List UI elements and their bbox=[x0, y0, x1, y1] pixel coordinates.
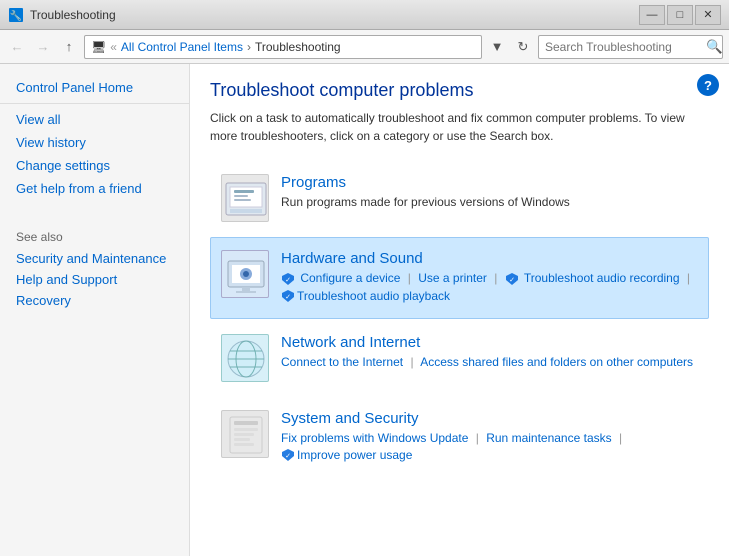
close-button[interactable]: ✕ bbox=[695, 5, 721, 25]
forward-button[interactable]: → bbox=[32, 36, 54, 58]
security-icon bbox=[221, 410, 269, 458]
use-printer-link[interactable]: Use a printer bbox=[418, 271, 487, 285]
connect-internet-link[interactable]: Connect to the Internet bbox=[281, 355, 403, 369]
breadcrumb-home-link[interactable]: All Control Panel Items bbox=[121, 40, 243, 54]
content-area: ? Troubleshoot computer problems Click o… bbox=[190, 64, 729, 556]
svg-text:🔧: 🔧 bbox=[10, 9, 22, 22]
programs-content: Programs Run programs made for previous … bbox=[281, 174, 698, 209]
breadcrumb-current: Troubleshooting bbox=[255, 40, 341, 54]
network-links: Connect to the Internet | Access shared … bbox=[281, 355, 698, 369]
up-button[interactable]: ↑ bbox=[58, 36, 80, 58]
programs-title[interactable]: Programs bbox=[281, 174, 698, 191]
svg-text:✓: ✓ bbox=[285, 453, 291, 460]
hardware-title[interactable]: Hardware and Sound bbox=[281, 250, 698, 267]
address-breadcrumb[interactable]: 🖥 « All Control Panel Items › Troublesho… bbox=[84, 35, 482, 59]
dropdown-button[interactable]: ▼ bbox=[486, 36, 508, 58]
refresh-button[interactable]: ↻ bbox=[512, 36, 534, 58]
shield-icon-audio-recording: ✓ bbox=[505, 272, 519, 286]
sidebar-section-main: Control Panel Home bbox=[0, 76, 189, 99]
content-title: Troubleshoot computer problems bbox=[210, 80, 709, 101]
svg-text:✓: ✓ bbox=[285, 294, 291, 301]
breadcrumb-sep1: « bbox=[110, 40, 117, 54]
category-hardware[interactable]: Hardware and Sound ✓ Configure a device … bbox=[210, 237, 709, 319]
sidebar-view-history[interactable]: View history bbox=[0, 131, 189, 154]
access-shared-files-link[interactable]: Access shared files and folders on other… bbox=[420, 355, 693, 369]
sidebar-change-settings[interactable]: Change settings bbox=[0, 154, 189, 177]
programs-icon bbox=[221, 174, 269, 222]
system-security-title[interactable]: System and Security bbox=[281, 410, 698, 427]
svg-text:✓: ✓ bbox=[285, 277, 291, 284]
maximize-button[interactable]: □ bbox=[667, 5, 693, 25]
shield-icon-power: ✓ bbox=[281, 448, 295, 462]
sidebar-get-help[interactable]: Get help from a friend bbox=[0, 177, 189, 200]
category-security[interactable]: System and Security Fix problems with Wi… bbox=[210, 397, 709, 478]
sidebar-control-panel-home[interactable]: Control Panel Home bbox=[0, 76, 189, 99]
minimize-button[interactable]: — bbox=[639, 5, 665, 25]
content-description: Click on a task to automatically trouble… bbox=[210, 109, 709, 145]
window-controls[interactable]: — □ ✕ bbox=[639, 5, 721, 25]
search-button[interactable]: 🔍 bbox=[706, 36, 723, 58]
hardware-links: ✓ Configure a device | Use a printer | ✓… bbox=[281, 271, 698, 306]
sidebar: Control Panel Home View all View history… bbox=[0, 64, 190, 556]
help-button[interactable]: ? bbox=[697, 74, 719, 96]
network-content: Network and Internet Connect to the Inte… bbox=[281, 334, 698, 369]
back-button[interactable]: ← bbox=[6, 36, 28, 58]
sidebar-divider bbox=[0, 103, 189, 104]
hardware-icon bbox=[221, 250, 269, 298]
run-maintenance-link[interactable]: Run maintenance tasks bbox=[486, 431, 611, 445]
network-icon bbox=[221, 334, 269, 382]
sidebar-view-all[interactable]: View all bbox=[0, 108, 189, 131]
sidebar-help-support[interactable]: Help and Support bbox=[0, 269, 189, 290]
sidebar-section-links: View all View history Change settings Ge… bbox=[0, 108, 189, 200]
hardware-content: Hardware and Sound ✓ Configure a device … bbox=[281, 250, 698, 306]
configure-device-link[interactable]: Configure a device bbox=[300, 271, 400, 285]
troubleshoot-audio-playback-link[interactable]: Troubleshoot audio playback bbox=[297, 289, 450, 303]
sidebar-security-maintenance[interactable]: Security and Maintenance bbox=[0, 248, 189, 269]
system-security-content: System and Security Fix problems with Wi… bbox=[281, 410, 698, 465]
search-box[interactable]: 🔍 bbox=[538, 35, 723, 59]
title-bar: 🔧 Troubleshooting — □ ✕ bbox=[0, 0, 729, 30]
fix-windows-update-link[interactable]: Fix problems with Windows Update bbox=[281, 431, 468, 445]
network-title[interactable]: Network and Internet bbox=[281, 334, 698, 351]
improve-power-usage-link[interactable]: Improve power usage bbox=[297, 448, 412, 462]
app-icon: 🔧 bbox=[8, 7, 24, 23]
address-bar: ← → ↑ 🖥 « All Control Panel Items › Trou… bbox=[0, 30, 729, 64]
troubleshoot-audio-recording-link[interactable]: Troubleshoot audio recording bbox=[524, 271, 680, 285]
breadcrumb-icon: 🖥 bbox=[91, 40, 106, 54]
breadcrumb-separator: › bbox=[247, 40, 251, 54]
svg-text:✓: ✓ bbox=[509, 277, 515, 284]
search-input[interactable] bbox=[539, 36, 706, 58]
shield-icon-configure: ✓ bbox=[281, 272, 295, 286]
sidebar-recovery[interactable]: Recovery bbox=[0, 290, 189, 311]
sidebar-see-also-label: See also bbox=[0, 220, 189, 248]
category-programs[interactable]: Programs Run programs made for previous … bbox=[210, 161, 709, 235]
shield-icon-audio-playback: ✓ bbox=[281, 289, 295, 303]
category-network[interactable]: Network and Internet Connect to the Inte… bbox=[210, 321, 709, 395]
main-layout: Control Panel Home View all View history… bbox=[0, 64, 729, 556]
programs-subtitle: Run programs made for previous versions … bbox=[281, 195, 698, 209]
window-title: Troubleshooting bbox=[30, 8, 639, 22]
system-security-links: Fix problems with Windows Update | Run m… bbox=[281, 431, 698, 465]
